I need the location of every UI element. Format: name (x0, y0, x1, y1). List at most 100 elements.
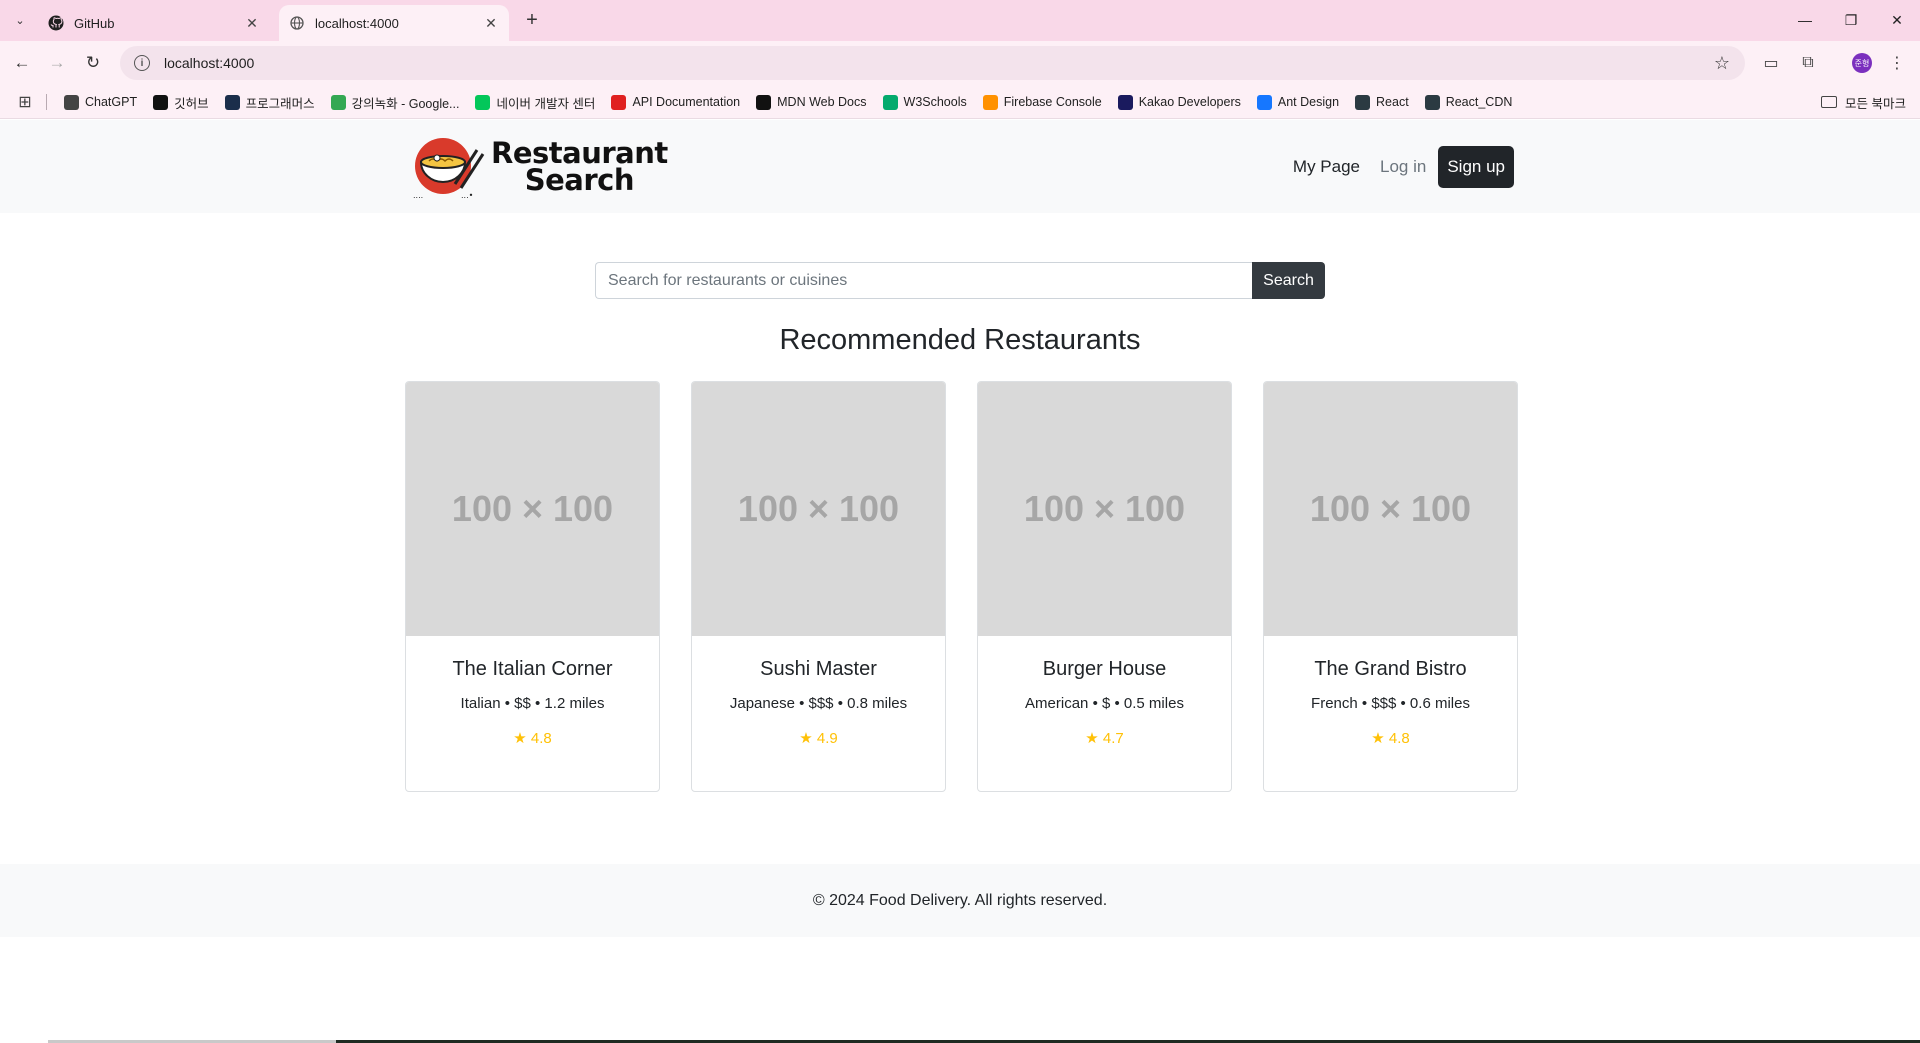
react-icon (1355, 94, 1371, 110)
restaurant-image-placeholder: 100 × 100 (1264, 382, 1517, 636)
tab-localhost[interactable]: localhost:4000 ✕ (279, 5, 509, 41)
bookmark-label: 강의녹화 - Google... (351, 96, 460, 111)
my-page-link[interactable]: My Page (1283, 157, 1370, 177)
restaurant-name: The Italian Corner (452, 658, 613, 680)
card-body: The Grand Bistro French • $$$ • 0.6 mile… (1264, 658, 1517, 747)
bookmark-label: MDN Web Docs (777, 95, 867, 109)
bookmark-item[interactable]: ChatGPT (56, 89, 145, 115)
site-nav: My Page Log in Sign up (1283, 145, 1514, 188)
tab-title: localhost:4000 (315, 15, 399, 31)
minimize-icon[interactable]: — (1790, 6, 1820, 34)
tab-github[interactable]: GitHub ✕ (38, 5, 270, 41)
site-logo[interactable]: .... ...• Restaurant Search (411, 132, 668, 202)
search-input[interactable] (595, 262, 1252, 299)
apps-grid-icon[interactable]: ⊞ (16, 93, 34, 111)
restaurant-rating: ★ 4.9 (799, 730, 838, 747)
web-page: .... ...• Restaurant Search My Page Log … (0, 120, 1920, 1043)
browser-tab-bar: ⌄ GitHub ✕ localhost:4000 ✕ + — ❐ ✕ (0, 0, 1920, 41)
restaurant-image-placeholder: 100 × 100 (978, 382, 1231, 636)
restore-icon[interactable]: ❐ (1836, 6, 1866, 34)
bookmark-item[interactable]: API Documentation (603, 89, 748, 115)
bookmark-item[interactable]: Kakao Developers (1110, 89, 1249, 115)
address-text: localhost:4000 (164, 55, 255, 71)
bookmark-item[interactable]: MDN Web Docs (748, 89, 874, 115)
profile-avatar[interactable]: 준형 (1852, 53, 1872, 73)
bookmark-label: Ant Design (1277, 95, 1340, 109)
tab-title: GitHub (74, 15, 115, 31)
menu-kebab-icon[interactable]: ⋮ (1883, 49, 1911, 77)
login-link[interactable]: Log in (1370, 157, 1436, 177)
svg-text:....: .... (413, 191, 423, 200)
site-footer: © 2024 Food Delivery. All rights reserve… (0, 864, 1920, 937)
github-icon (153, 94, 169, 110)
site-info-icon[interactable]: i (134, 55, 150, 71)
restaurant-card[interactable]: 100 × 100 The Grand Bistro French • $$$ … (1263, 381, 1518, 792)
browser-toolbar: ← → ↻ i localhost:4000 ☆ ▭ ⧉ 준형 ⋮ (0, 41, 1920, 85)
reload-icon[interactable]: ↻ (79, 49, 107, 77)
ant-design-icon (1256, 94, 1272, 110)
w3schools-icon (882, 94, 898, 110)
restaurant-image-placeholder: 100 × 100 (692, 382, 945, 636)
svg-text:...•: ...• (461, 191, 473, 200)
site-header: .... ...• Restaurant Search My Page Log … (0, 120, 1920, 213)
restaurant-image-placeholder: 100 × 100 (406, 382, 659, 636)
bookmark-item[interactable]: 네이버 개발자 센터 (467, 89, 603, 115)
section-title: Recommended Restaurants (779, 324, 1141, 356)
bookmark-item[interactable]: W3Schools (875, 89, 975, 115)
bookmarks-bar: ⊞ ChatGPT 깃허브 프로그래머스 강의녹화 - Google... 네이버 개발… (0, 85, 1920, 119)
restaurant-meta: French • $$$ • 0.6 miles (1311, 695, 1470, 712)
bookmark-item[interactable]: 강의녹화 - Google... (323, 89, 468, 115)
bookmark-label: 프로그래머스 (245, 96, 315, 111)
naver-icon (475, 94, 491, 110)
restaurant-meta: American • $ • 0.5 miles (1025, 695, 1184, 712)
react-icon (1424, 94, 1440, 110)
signup-button[interactable]: Sign up (1438, 145, 1514, 188)
api-icon (611, 94, 627, 110)
bookmark-label: W3Schools (903, 95, 967, 109)
tab-search-chevron-icon[interactable]: ⌄ (8, 8, 32, 32)
bookmark-item[interactable]: 프로그래머스 (217, 89, 323, 115)
bookmark-star-icon[interactable]: ☆ (1708, 49, 1736, 77)
close-icon[interactable]: ✕ (483, 15, 499, 31)
folder-icon (1821, 96, 1838, 108)
restaurant-rating: ★ 4.8 (513, 730, 552, 747)
mdn-icon (756, 94, 772, 110)
screen-icon[interactable]: ▭ (1757, 49, 1785, 77)
extensions-puzzle-icon[interactable]: ⧉ (1794, 49, 1822, 77)
restaurant-rating: ★ 4.8 (1371, 730, 1410, 747)
kakao-icon (1117, 94, 1133, 110)
address-bar[interactable]: i localhost:4000 (120, 46, 1745, 80)
footer-copyright: © 2024 Food Delivery. All rights reserve… (812, 891, 1108, 909)
bookmark-label: React_CDN (1445, 95, 1513, 109)
bookmark-item[interactable]: Firebase Console (975, 89, 1110, 115)
restaurant-rating: ★ 4.7 (1085, 730, 1124, 747)
new-tab-plus-icon[interactable]: + (520, 8, 544, 32)
logo-line-2: Search (524, 163, 635, 197)
restaurant-card[interactable]: 100 × 100 Burger House American • $ • 0.… (977, 381, 1232, 792)
back-arrow-icon[interactable]: ← (8, 49, 36, 77)
bookmark-label: React (1376, 95, 1409, 109)
restaurant-card[interactable]: 100 × 100 The Italian Corner Italian • $… (405, 381, 660, 792)
all-bookmarks-label: 모든 북마크 (1845, 96, 1906, 111)
github-icon (48, 15, 64, 31)
bookmark-item[interactable]: Ant Design (1249, 89, 1347, 115)
bookmark-label: API Documentation (632, 95, 741, 109)
close-icon[interactable]: ✕ (244, 15, 260, 31)
firebase-icon (982, 94, 998, 110)
bookmark-list: ChatGPT 깃허브 프로그래머스 강의녹화 - Google... 네이버 개발자 … (56, 85, 1520, 119)
all-bookmarks-button[interactable]: 모든 북마크 (1821, 89, 1906, 115)
logo-text: Restaurant Search (491, 139, 668, 197)
bookmark-item[interactable]: 깃허브 (145, 89, 217, 115)
bookmark-item[interactable]: React_CDN (1417, 89, 1521, 115)
restaurant-cards: 100 × 100 The Italian Corner Italian • $… (405, 381, 1518, 792)
forward-arrow-icon[interactable]: → (43, 49, 71, 77)
card-body: Burger House American • $ • 0.5 miles ★ … (978, 658, 1231, 747)
restaurant-name: The Grand Bistro (1314, 658, 1467, 680)
bookmark-item[interactable]: React (1347, 89, 1417, 115)
search-button[interactable]: Search (1252, 262, 1325, 299)
chatgpt-icon (64, 94, 79, 110)
restaurant-name: Sushi Master (760, 658, 877, 680)
restaurant-card[interactable]: 100 × 100 Sushi Master Japanese • $$$ • … (691, 381, 946, 792)
window-close-icon[interactable]: ✕ (1882, 6, 1912, 34)
restaurant-meta: Japanese • $$$ • 0.8 miles (729, 695, 908, 712)
